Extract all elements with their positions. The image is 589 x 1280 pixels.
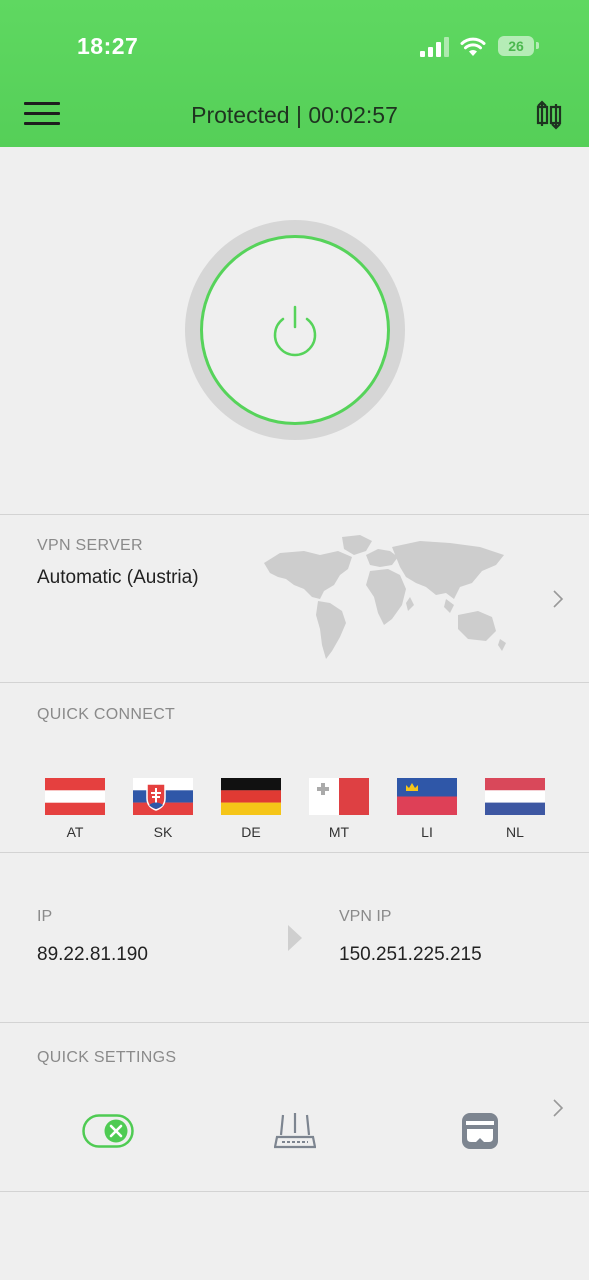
quick-connect-li[interactable]: LI <box>397 778 457 842</box>
flag-code: DE <box>241 824 261 840</box>
world-map-icon <box>264 535 506 659</box>
wifi-icon <box>460 37 486 56</box>
malta-flag-icon <box>309 778 369 815</box>
divider <box>0 852 589 853</box>
flag-code: NL <box>506 824 524 840</box>
divider <box>0 1022 589 1023</box>
vpn-ip-value: 150.251.225.215 <box>339 944 482 965</box>
status-icons: 26 <box>420 35 550 61</box>
ip-label: IP <box>37 908 53 925</box>
chevron-right-icon[interactable] <box>551 1098 565 1118</box>
flag-code: SK <box>153 824 173 840</box>
power-area <box>0 147 589 514</box>
router-icon[interactable] <box>274 1111 316 1151</box>
austria-flag-icon <box>45 778 105 815</box>
vpn-server-label: VPN SERVER <box>37 537 143 554</box>
slovakia-flag-icon <box>133 778 193 815</box>
signal-icon <box>420 37 449 57</box>
vpn-server-value: Automatic (Austria) <box>37 567 199 588</box>
divider <box>0 682 589 683</box>
incognito-mask-icon[interactable] <box>461 1112 499 1150</box>
flag-code: AT <box>66 824 84 840</box>
app-header: 18:27 26 Protected | 00:02:57 <box>0 0 589 147</box>
vpn-ip-info: VPN IP 150.251.225.215 <box>339 908 482 966</box>
quick-connect-nl[interactable]: NL <box>485 778 545 842</box>
kill-switch-toggle-icon[interactable] <box>82 1114 134 1148</box>
quick-connect-de[interactable]: DE <box>221 778 281 842</box>
quick-connect-label: QUICK CONNECT <box>37 706 176 723</box>
power-icon <box>273 305 317 357</box>
divider <box>0 1191 589 1192</box>
liechtenstein-flag-icon <box>397 778 457 815</box>
ip-info: IP 89.22.81.190 <box>37 908 148 966</box>
vpn-server-row[interactable]: VPN SERVER Automatic (Austria) <box>0 515 589 682</box>
status-time: 18:27 <box>77 33 139 59</box>
quick-connect-sk[interactable]: SK <box>133 778 193 842</box>
battery-icon: 26 <box>498 36 534 56</box>
flag-code: LI <box>421 824 433 840</box>
netherlands-flag-icon <box>485 778 545 815</box>
quick-connect-at[interactable]: AT <box>45 778 105 842</box>
status-bar: 18:27 26 <box>0 0 589 95</box>
quick-settings-label: QUICK SETTINGS <box>37 1049 177 1066</box>
power-button-ring <box>185 220 405 440</box>
battery-tip <box>536 42 539 49</box>
vpn-ip-label: VPN IP <box>339 908 392 925</box>
germany-flag-icon <box>221 778 281 815</box>
chevron-right-icon <box>553 590 564 608</box>
arrow-right-icon <box>288 925 302 951</box>
connection-status-title: Protected | 00:02:57 <box>191 102 398 128</box>
ip-value: 89.22.81.190 <box>37 944 148 965</box>
flag-code: MT <box>328 824 350 840</box>
power-button[interactable] <box>200 235 390 425</box>
quick-connect-mt[interactable]: MT <box>309 778 369 842</box>
server-switch-icon[interactable] <box>532 100 566 130</box>
